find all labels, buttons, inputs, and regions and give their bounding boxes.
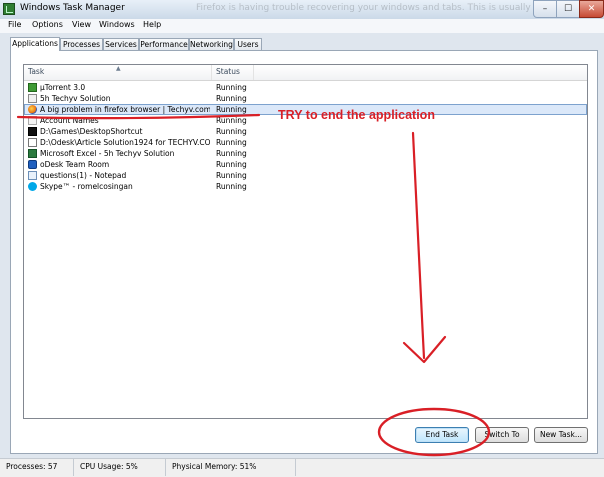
annotation-overlay (16, 113, 491, 457)
annotation-underline (16, 113, 261, 120)
annotation-arrow-shaft (411, 131, 426, 360)
annotation-circle (377, 407, 491, 457)
tab-applications[interactable]: Applications (10, 37, 60, 51)
task-manager-window: Windows Task Manager Firefox is having t… (0, 0, 604, 477)
